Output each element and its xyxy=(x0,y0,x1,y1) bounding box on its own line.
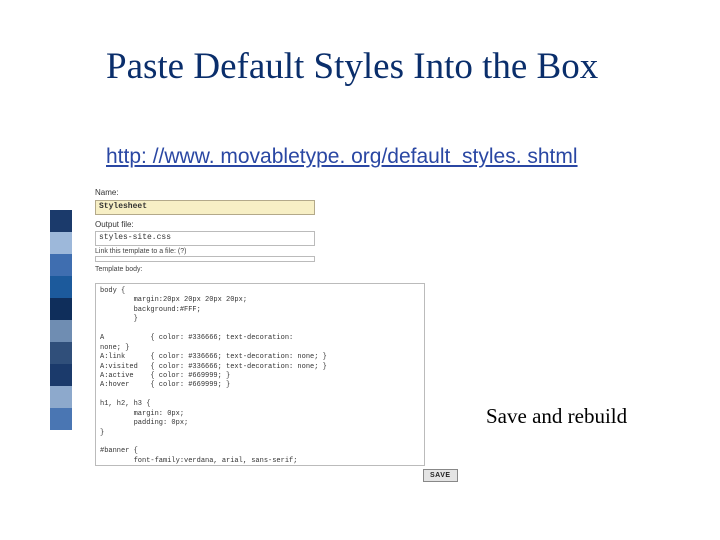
template-form: Name: Stylesheet Output file: styles-sit… xyxy=(95,183,327,274)
output-file-label: Output file: xyxy=(95,221,327,230)
name-label: Name: xyxy=(95,189,327,198)
save-rebuild-note: Save and rebuild xyxy=(486,404,627,429)
template-body-label: Template body: xyxy=(95,266,327,274)
decorative-side-blocks xyxy=(50,210,72,430)
default-styles-link[interactable]: http: //www. movabletype. org/default_st… xyxy=(106,145,578,169)
save-button[interactable]: SAVE xyxy=(423,469,458,482)
name-input[interactable]: Stylesheet xyxy=(95,200,315,215)
slide-title: Paste Default Styles Into the Box xyxy=(106,45,598,88)
link-file-label: Link this template to a file: (?) xyxy=(95,248,327,256)
link-file-input[interactable] xyxy=(95,256,315,262)
output-file-input[interactable]: styles-site.css xyxy=(95,231,315,246)
template-body-textarea[interactable]: body { margin:20px 20px 20px 20px; backg… xyxy=(95,283,425,466)
